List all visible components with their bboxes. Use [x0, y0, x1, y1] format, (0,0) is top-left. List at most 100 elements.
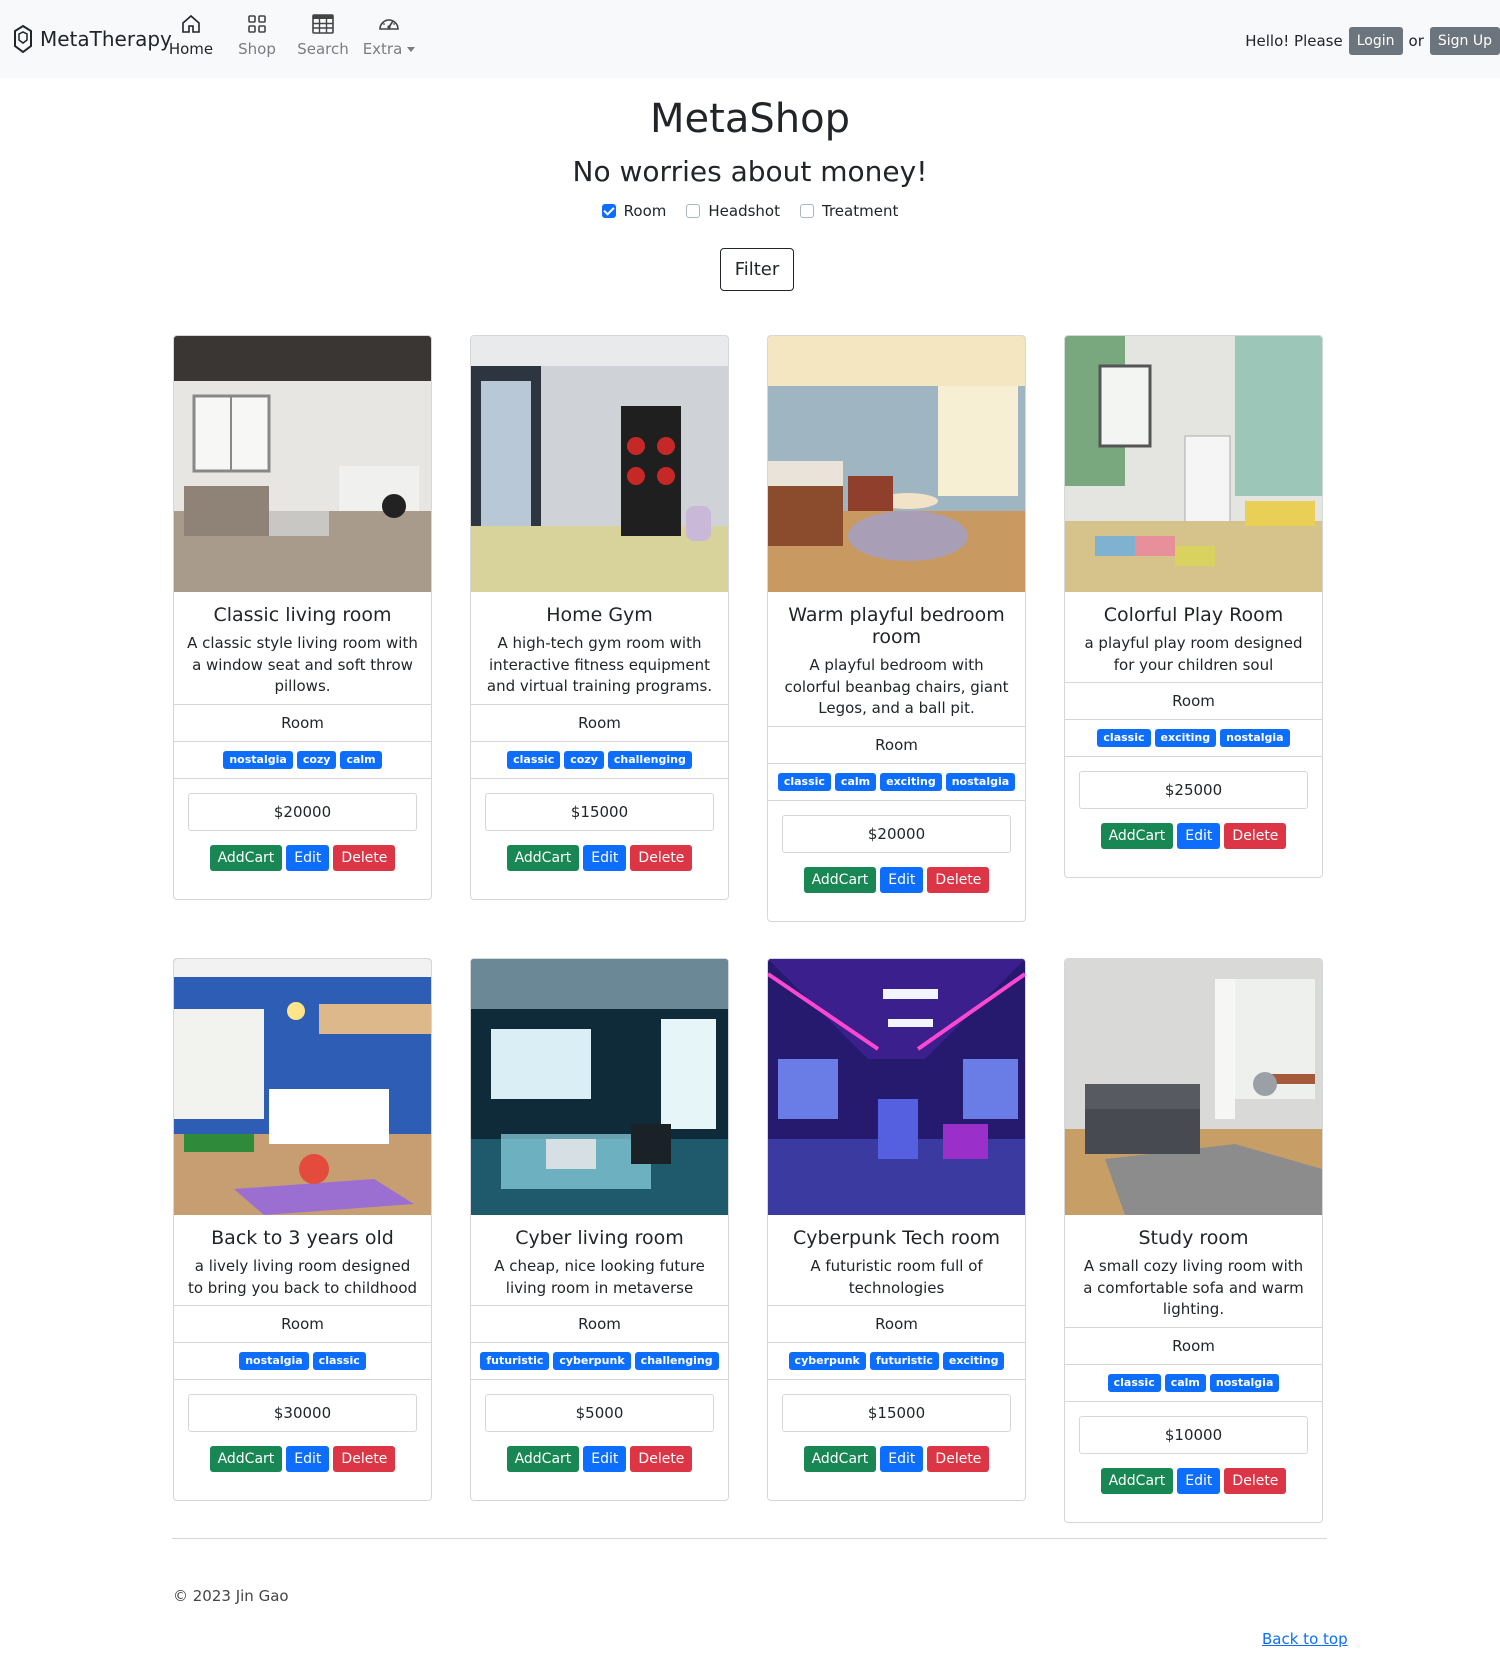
greeting-text: Hello! Please: [1245, 32, 1343, 50]
product-card: Cyberpunk Tech room A futuristic room fu…: [767, 958, 1026, 1501]
add-cart-button[interactable]: AddCart: [209, 844, 283, 871]
table-icon: [312, 14, 334, 34]
add-cart-button[interactable]: AddCart: [803, 866, 877, 893]
classic-living-room-image[interactable]: [174, 336, 431, 592]
edit-button[interactable]: Edit: [1177, 1467, 1221, 1494]
product-category: Room: [174, 1305, 431, 1342]
tag-badge[interactable]: calm: [340, 750, 382, 769]
add-cart-button[interactable]: AddCart: [506, 1446, 580, 1472]
checkbox-treatment[interactable]: [800, 204, 814, 218]
tag-badge[interactable]: nostalgia: [945, 772, 1016, 791]
product-description: A small cozy living room with a comforta…: [1083, 1257, 1304, 1318]
tag-badge[interactable]: exciting: [942, 1352, 1005, 1370]
tag-badge[interactable]: exciting: [880, 772, 942, 791]
tag-badge[interactable]: classic: [777, 772, 831, 791]
product-title: Study room: [1138, 1227, 1249, 1249]
product-price: $10000: [1079, 1415, 1308, 1454]
product-title: Classic living room: [213, 604, 392, 626]
delete-button[interactable]: Delete: [333, 1446, 396, 1472]
login-button[interactable]: Login: [1348, 27, 1403, 55]
tag-badge[interactable]: classic: [1097, 729, 1151, 747]
tag-badge[interactable]: cozy: [564, 750, 604, 769]
study-room-image[interactable]: [1065, 959, 1322, 1215]
product-tags: classic cozy challenging: [471, 740, 728, 778]
delete-button[interactable]: Delete: [630, 844, 693, 871]
product-tags: classic calm exciting nostalgia: [768, 762, 1025, 800]
product-card: Home Gym A high-tech gym room with inter…: [470, 335, 729, 900]
filter-treatment[interactable]: Treatment: [800, 202, 898, 220]
product-category: Room: [471, 703, 728, 741]
tag-badge[interactable]: classic: [312, 1352, 366, 1370]
product-description: A cheap, nice looking future living room…: [494, 1257, 705, 1297]
edit-button[interactable]: Edit: [286, 844, 330, 871]
tag-badge[interactable]: cozy: [296, 750, 337, 769]
filter-button[interactable]: Filter: [720, 248, 794, 291]
nav-home-label: Home: [168, 40, 214, 58]
checkbox-room[interactable]: [601, 204, 616, 218]
back-to-top-link[interactable]: Back to top: [1262, 1630, 1348, 1648]
tag-badge[interactable]: futuristic: [869, 1352, 939, 1370]
delete-button[interactable]: Delete: [927, 866, 990, 893]
tag-badge[interactable]: cyberpunk: [788, 1352, 866, 1370]
tag-badge[interactable]: futuristic: [480, 1352, 550, 1370]
caret-down-icon: [407, 46, 416, 52]
filter-treatment-label: Treatment: [822, 202, 899, 220]
filter-headshot[interactable]: Headshot: [686, 202, 780, 220]
home-gym-image[interactable]: [471, 336, 728, 592]
tag-badge[interactable]: nostalgia: [1209, 1373, 1280, 1392]
tag-badge[interactable]: nostalgia: [1220, 729, 1290, 747]
add-cart-button[interactable]: AddCart: [506, 844, 580, 871]
delete-button[interactable]: Delete: [630, 1446, 693, 1472]
add-cart-button[interactable]: AddCart: [1100, 1467, 1174, 1494]
tag-badge[interactable]: exciting: [1154, 729, 1217, 747]
edit-button[interactable]: Edit: [286, 1446, 330, 1472]
nav-home[interactable]: Home: [163, 12, 219, 58]
delete-button[interactable]: Delete: [1224, 823, 1287, 849]
play-room-image[interactable]: [1065, 336, 1322, 592]
nav-shop[interactable]: Shop: [229, 12, 285, 58]
tag-badge[interactable]: classic: [1107, 1373, 1161, 1392]
edit-button[interactable]: Edit: [880, 1446, 924, 1472]
add-cart-button[interactable]: AddCart: [209, 1446, 283, 1472]
add-cart-button[interactable]: AddCart: [803, 1446, 877, 1472]
childhood-room-image[interactable]: [174, 959, 431, 1215]
add-cart-button[interactable]: AddCart: [1100, 823, 1174, 849]
edit-button[interactable]: Edit: [583, 844, 627, 871]
tag-badge[interactable]: challenging: [634, 1352, 719, 1370]
tag-badge[interactable]: nostalgia: [223, 750, 293, 769]
delete-button[interactable]: Delete: [333, 844, 396, 871]
product-card: Colorful Play Room a playful play room d…: [1064, 335, 1323, 878]
cyber-living-room-image[interactable]: [471, 959, 728, 1215]
footer-divider: [172, 1538, 1327, 1539]
brand[interactable]: MetaTherapy: [12, 24, 172, 54]
nav-search-label: Search: [297, 40, 349, 58]
edit-button[interactable]: Edit: [1177, 823, 1221, 849]
product-tags: futuristic cyberpunk challenging: [471, 1342, 728, 1379]
cyberpunk-room-image[interactable]: [768, 959, 1025, 1215]
delete-button[interactable]: Delete: [1224, 1467, 1287, 1494]
nav-extra-dropdown[interactable]: Extra: [361, 12, 417, 58]
delete-button[interactable]: Delete: [927, 1446, 990, 1472]
product-title: Cyberpunk Tech room: [792, 1227, 1000, 1249]
product-card: Cyber living room A cheap, nice looking …: [470, 958, 729, 1501]
tag-badge[interactable]: classic: [507, 750, 561, 769]
checkbox-headshot[interactable]: [686, 204, 701, 218]
filter-room[interactable]: Room: [601, 202, 666, 220]
tag-badge[interactable]: cyberpunk: [553, 1352, 631, 1370]
tag-badge[interactable]: nostalgia: [239, 1352, 309, 1370]
edit-button[interactable]: Edit: [583, 1446, 627, 1472]
product-title: Home Gym: [546, 604, 653, 626]
signup-button[interactable]: Sign Up: [1429, 27, 1500, 55]
nav-search[interactable]: Search: [295, 12, 351, 58]
tag-badge[interactable]: challenging: [607, 750, 692, 769]
tag-badge[interactable]: calm: [834, 772, 877, 791]
product-price: $20000: [188, 792, 417, 831]
tag-badge[interactable]: calm: [1164, 1373, 1206, 1392]
product-title: Warm playful bedroom room: [788, 604, 1005, 648]
edit-button[interactable]: Edit: [880, 866, 924, 893]
product-tags: classic exciting nostalgia: [1065, 719, 1322, 756]
product-tags: classic calm nostalgia: [1065, 1363, 1322, 1401]
product-card: Warm playful bedroom room A playful bedr…: [767, 335, 1026, 922]
warm-bedroom-image[interactable]: [768, 336, 1025, 592]
product-category: Room: [1065, 1326, 1322, 1364]
